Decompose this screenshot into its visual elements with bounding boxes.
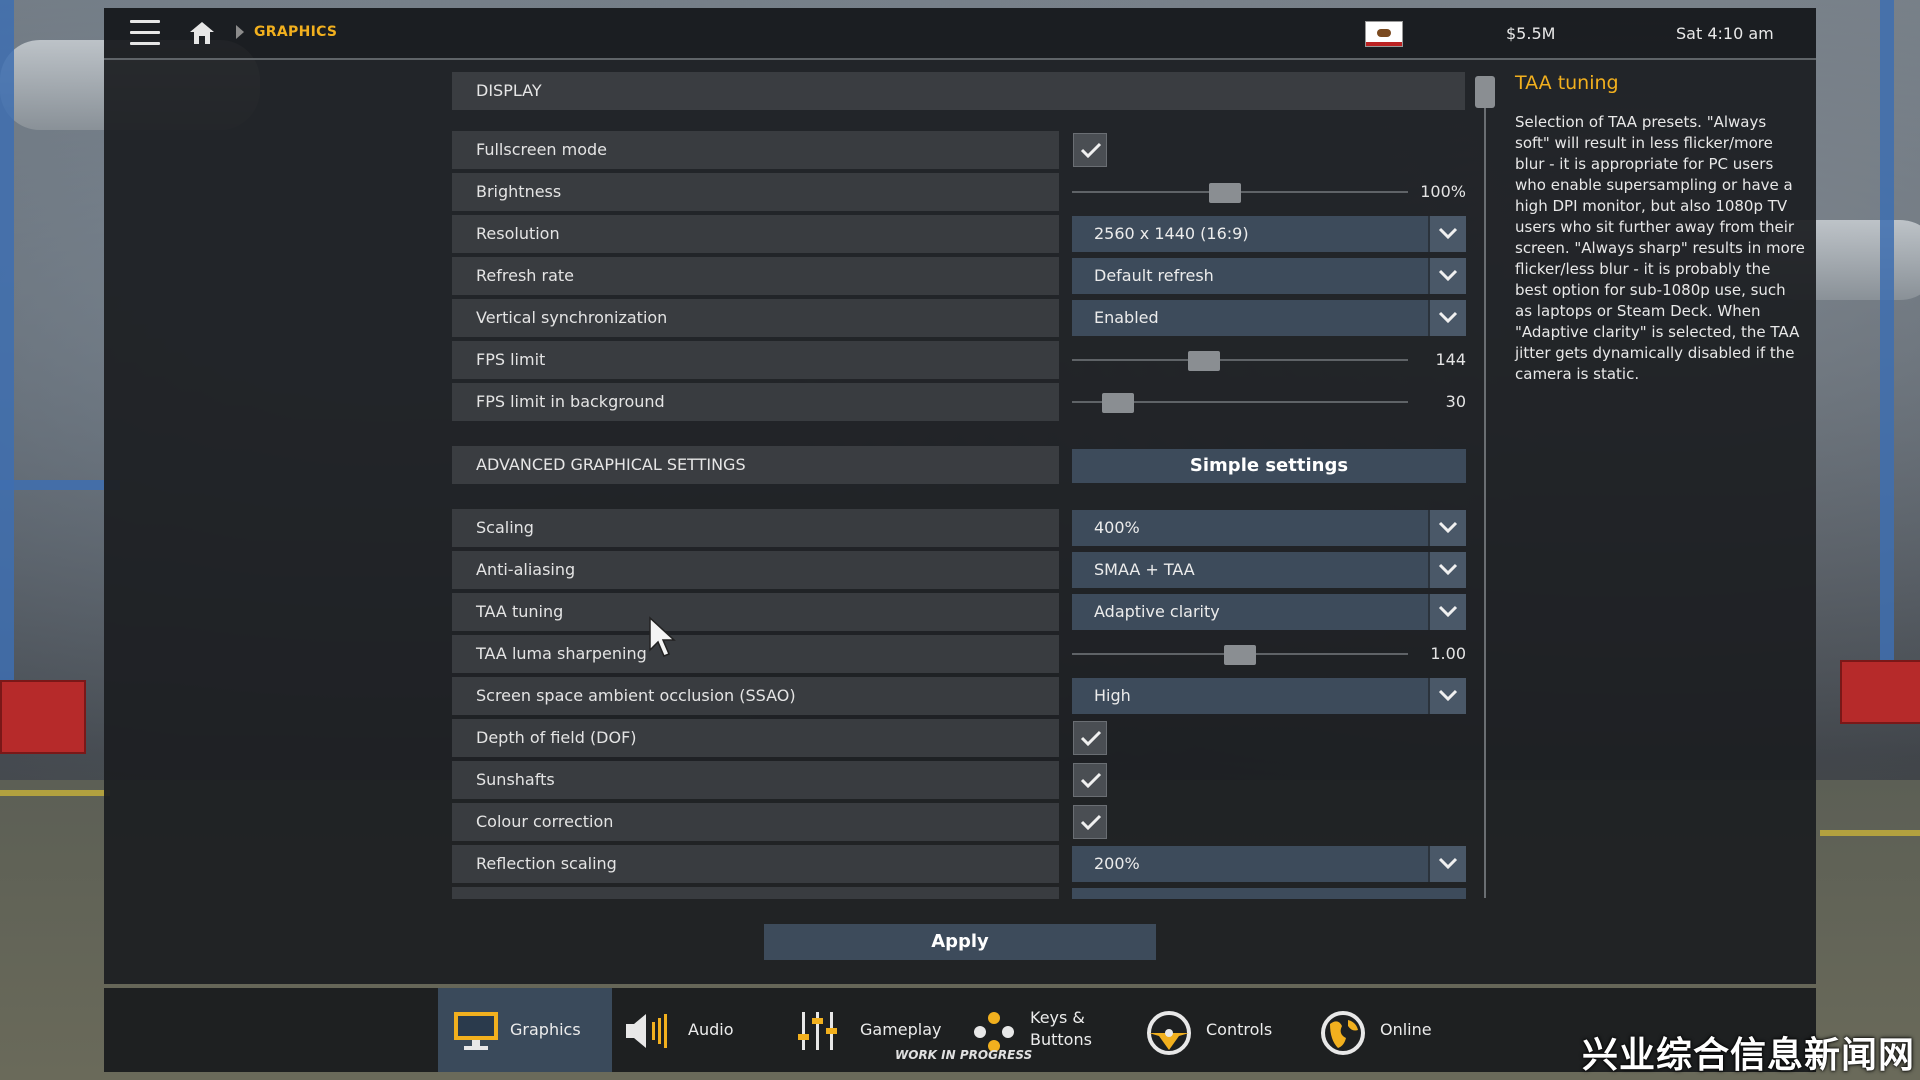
label-sunshafts: Sunshafts bbox=[452, 761, 1059, 799]
ssao-dropdown[interactable]: High bbox=[1072, 678, 1466, 714]
work-in-progress-note: WORK IN PROGRESS bbox=[895, 1048, 1033, 1062]
dof-checkbox[interactable] bbox=[1073, 721, 1107, 755]
reflection-scaling-dropdown[interactable]: 200% bbox=[1072, 846, 1466, 882]
dropdown-value: SMAA + TAA bbox=[1094, 560, 1195, 579]
label-resolution: Resolution bbox=[452, 215, 1059, 253]
anti-aliasing-dropdown[interactable]: SMAA + TAA bbox=[1072, 552, 1466, 588]
checkmark-icon bbox=[1080, 730, 1102, 747]
checkmark-icon bbox=[1080, 814, 1102, 831]
chevron-down-icon[interactable] bbox=[1428, 216, 1466, 252]
slider-knob[interactable] bbox=[1188, 351, 1220, 371]
taa-luma-slider[interactable] bbox=[1072, 636, 1408, 672]
label-vsync: Vertical synchronization bbox=[452, 299, 1059, 337]
speaker-icon bbox=[626, 1014, 667, 1048]
label-fullscreen: Fullscreen mode bbox=[452, 131, 1059, 169]
tab-keys-label-line2: Buttons bbox=[1030, 1030, 1092, 1049]
tab-audio[interactable]: Audio bbox=[624, 988, 744, 1072]
fps-background-value: 30 bbox=[1445, 392, 1466, 411]
slider-knob[interactable] bbox=[1209, 183, 1241, 203]
dropdown-value: Default refresh bbox=[1094, 266, 1214, 285]
apply-button[interactable]: Apply bbox=[764, 924, 1156, 960]
breadcrumb[interactable]: GRAPHICS bbox=[254, 24, 337, 40]
tab-graphics-label: Graphics bbox=[510, 1020, 581, 1039]
chevron-down-icon[interactable] bbox=[1428, 300, 1466, 336]
game-clock: Sat 4:10 am bbox=[1676, 24, 1774, 43]
label-refresh-rate: Refresh rate bbox=[452, 257, 1059, 295]
refresh-rate-dropdown[interactable]: Default refresh bbox=[1072, 258, 1466, 294]
chevron-down-icon[interactable] bbox=[1428, 258, 1466, 294]
label-fps-limit: FPS limit bbox=[452, 341, 1059, 379]
scaling-dropdown[interactable]: 400% bbox=[1072, 510, 1466, 546]
vsync-dropdown[interactable]: Enabled bbox=[1072, 300, 1466, 336]
checkmark-icon bbox=[1080, 142, 1102, 159]
fps-limit-value: 144 bbox=[1435, 350, 1466, 369]
tab-keys-label-line1: Keys & bbox=[1030, 1008, 1085, 1027]
info-description: Selection of TAA presets. "Always soft" … bbox=[1515, 113, 1805, 383]
section-header-advanced: ADVANCED GRAPHICAL SETTINGS bbox=[452, 446, 1059, 484]
tab-graphics[interactable]: Graphics bbox=[438, 988, 612, 1072]
tab-gameplay-label: Gameplay bbox=[860, 1020, 942, 1039]
chevron-down-icon[interactable] bbox=[1428, 510, 1466, 546]
label-colour-correction: Colour correction bbox=[452, 803, 1059, 841]
label-reflection-scaling: Reflection scaling bbox=[452, 845, 1059, 883]
tab-controls[interactable]: Controls bbox=[1146, 988, 1286, 1072]
label-ssao: Screen space ambient occlusion (SSAO) bbox=[452, 677, 1059, 715]
dropdown-value: 400% bbox=[1094, 518, 1140, 537]
brightness-value: 100% bbox=[1420, 182, 1466, 201]
dropdown-value: Enabled bbox=[1094, 308, 1159, 327]
menu-icon[interactable] bbox=[130, 20, 160, 46]
tab-online[interactable]: Online bbox=[1320, 988, 1450, 1072]
top-bar: GRAPHICS $5.5M Sat 4:10 am bbox=[104, 8, 1816, 60]
dropdown-value: 200% bbox=[1094, 854, 1140, 873]
section-header-display: DISPLAY bbox=[452, 72, 1465, 110]
settings-scrollbar[interactable] bbox=[1474, 76, 1495, 898]
fullscreen-checkbox[interactable] bbox=[1073, 133, 1107, 167]
slider-knob[interactable] bbox=[1102, 393, 1134, 413]
dropdown-value: Adaptive clarity bbox=[1094, 602, 1220, 621]
label-next-row-clipped bbox=[452, 887, 1059, 899]
globe-icon bbox=[1321, 1011, 1365, 1055]
resolution-dropdown[interactable]: 2560 x 1440 (16:9) bbox=[1072, 216, 1466, 252]
watermark-text: 兴业综合信息新闻网 bbox=[1582, 1035, 1916, 1076]
chevron-down-icon[interactable] bbox=[1428, 678, 1466, 714]
label-taa-tuning: TAA tuning bbox=[452, 593, 1059, 631]
california-flag-icon bbox=[1365, 21, 1403, 47]
next-dropdown-clipped[interactable] bbox=[1072, 888, 1466, 899]
checkmark-icon bbox=[1080, 772, 1102, 789]
label-taa-luma-sharpening: TAA luma sharpening bbox=[452, 635, 1059, 673]
colour-correction-checkbox[interactable] bbox=[1073, 805, 1107, 839]
chevron-down-icon[interactable] bbox=[1428, 552, 1466, 588]
breadcrumb-arrow-icon bbox=[236, 25, 244, 39]
label-brightness: Brightness bbox=[452, 173, 1059, 211]
taa-tuning-dropdown[interactable]: Adaptive clarity bbox=[1072, 594, 1466, 630]
sunshafts-checkbox[interactable] bbox=[1073, 763, 1107, 797]
scrollbar-thumb[interactable] bbox=[1475, 76, 1495, 108]
label-depth-of-field: Depth of field (DOF) bbox=[452, 719, 1059, 757]
dropdown-value: High bbox=[1094, 686, 1131, 705]
tab-online-label: Online bbox=[1380, 1020, 1432, 1039]
tab-audio-label: Audio bbox=[688, 1020, 734, 1039]
info-title: TAA tuning bbox=[1515, 72, 1619, 94]
slider-knob[interactable] bbox=[1224, 645, 1256, 665]
dropdown-value: 2560 x 1440 (16:9) bbox=[1094, 224, 1249, 243]
simple-settings-button[interactable]: Simple settings bbox=[1072, 449, 1466, 483]
tab-controls-label: Controls bbox=[1206, 1020, 1273, 1039]
chevron-down-icon[interactable] bbox=[1428, 594, 1466, 630]
label-fps-limit-background: FPS limit in background bbox=[452, 383, 1059, 421]
taa-luma-value: 1.00 bbox=[1430, 644, 1466, 663]
fps-background-slider[interactable] bbox=[1072, 384, 1408, 420]
money-display: $5.5M bbox=[1506, 24, 1556, 43]
chevron-down-icon[interactable] bbox=[1428, 846, 1466, 882]
brightness-slider[interactable] bbox=[1072, 174, 1408, 210]
sliders-icon bbox=[798, 1012, 837, 1050]
home-icon[interactable] bbox=[188, 20, 216, 46]
fps-limit-slider[interactable] bbox=[1072, 342, 1408, 378]
label-anti-aliasing: Anti-aliasing bbox=[452, 551, 1059, 589]
label-scaling: Scaling bbox=[452, 509, 1059, 547]
steering-wheel-icon bbox=[1147, 1011, 1191, 1055]
mouse-cursor-icon bbox=[649, 616, 676, 657]
monitor-icon bbox=[454, 1012, 498, 1050]
